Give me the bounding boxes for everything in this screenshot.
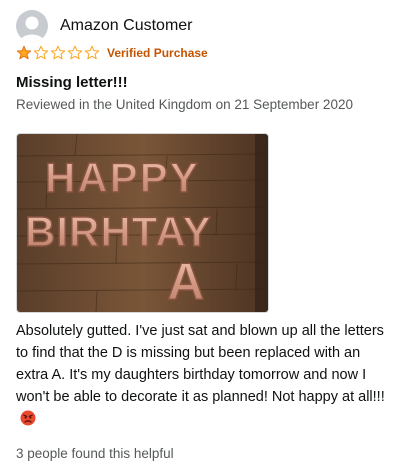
- star-rating[interactable]: [16, 45, 101, 61]
- rating-row: Verified Purchase: [16, 45, 208, 61]
- star-filled-icon: [16, 45, 32, 60]
- review-photo-balloons: HAPPY BIRHTAY A: [17, 134, 268, 312]
- review-photo[interactable]: HAPPY BIRHTAY A: [16, 133, 269, 313]
- angry-face-icon: [20, 410, 36, 426]
- verified-purchase-badge: Verified Purchase: [107, 46, 208, 60]
- balloon-line-3: A: [167, 253, 205, 311]
- balloon-line-1: HAPPY: [45, 154, 200, 201]
- review-location-date: Reviewed in the United Kingdom on 21 Sep…: [16, 97, 353, 112]
- review-body: Absolutely gutted. I've just sat and blo…: [16, 320, 388, 430]
- review-title[interactable]: Missing letter!!!: [16, 74, 128, 91]
- star-empty-icon: [50, 45, 66, 60]
- balloon-line-2: BIRHTAY: [25, 208, 212, 255]
- helpful-count: 3 people found this helpful: [16, 446, 174, 461]
- avatar[interactable]: [16, 10, 48, 42]
- reviewer-name[interactable]: Amazon Customer: [60, 17, 193, 35]
- reviewer-header: Amazon Customer: [16, 9, 193, 43]
- star-empty-icon: [33, 45, 49, 60]
- star-empty-icon: [67, 45, 83, 60]
- star-empty-icon: [84, 45, 100, 60]
- user-silhouette-icon: [20, 16, 44, 42]
- review-body-text: Absolutely gutted. I've just sat and blo…: [16, 323, 385, 405]
